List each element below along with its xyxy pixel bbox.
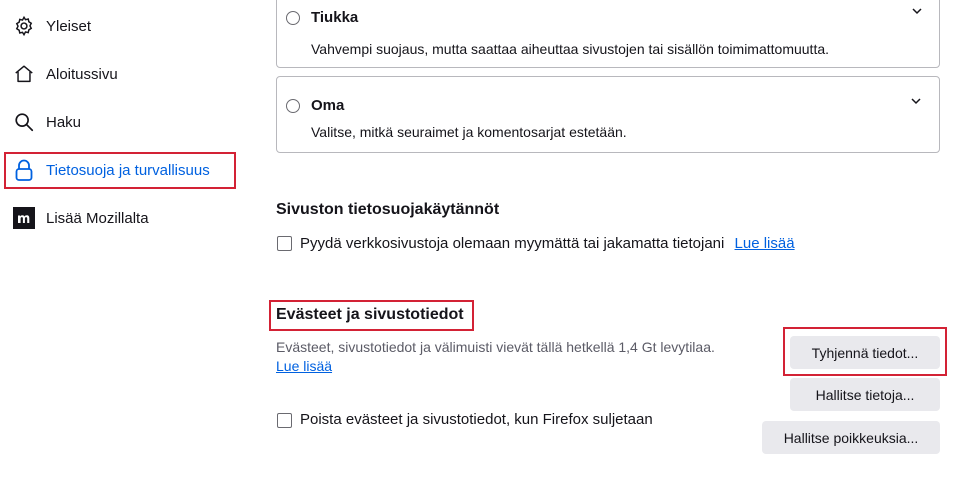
delete-on-close-label: Poista evästeet ja sivustotiedot, kun Fi… <box>300 411 653 428</box>
chevron-down-icon[interactable] <box>908 93 924 109</box>
sidebar-item-label: Haku <box>46 113 82 131</box>
home-icon <box>12 62 36 86</box>
gear-icon <box>12 14 36 38</box>
sidebar-item-general[interactable]: Yleiset <box>12 9 91 43</box>
learn-more-link[interactable]: Lue lisää <box>735 235 795 252</box>
mozilla-icon <box>12 206 36 230</box>
search-icon <box>12 110 36 134</box>
do-not-sell-text: Pyydä verkkosivustoja olemaan myymättä t… <box>300 235 725 252</box>
highlight-frame <box>4 152 236 189</box>
sidebar-item-home[interactable]: Aloitussivu <box>12 57 118 91</box>
sidebar-item-label: Aloitussivu <box>46 65 118 83</box>
sidebar-item-label: Lisää Mozillalta <box>46 209 149 227</box>
strict-radio[interactable] <box>286 11 300 25</box>
tracking-option-strict[interactable]: Tiukka Vahvempi suojaus, mutta saattaa a… <box>276 0 940 68</box>
cookies-learn-more-link[interactable]: Lue lisää <box>276 358 332 374</box>
sidebar-item-label: Yleiset <box>46 17 92 35</box>
strict-title: Tiukka <box>311 9 359 26</box>
custom-radio[interactable] <box>286 99 300 113</box>
site-privacy-heading: Sivuston tietosuojakäytännöt <box>276 201 500 218</box>
sidebar-item-more-from-mozilla[interactable]: Lisää Mozillalta <box>12 201 149 235</box>
do-not-sell-label: Pyydä verkkosivustoja olemaan myymättä t… <box>300 235 795 252</box>
delete-on-close-checkbox[interactable] <box>277 413 292 428</box>
cookies-description: Evästeet, sivustotiedot ja välimuisti vi… <box>276 339 715 355</box>
custom-description: Valitse, mitkä seuraimet ja komentosarja… <box>311 124 627 140</box>
do-not-sell-checkbox[interactable] <box>277 236 292 251</box>
strict-description: Vahvempi suojaus, mutta saattaa aiheutta… <box>311 41 830 57</box>
sidebar-item-search[interactable]: Haku <box>12 105 81 139</box>
clear-data-button[interactable]: Tyhjennä tiedot... <box>790 336 940 369</box>
sidebar: Yleiset Aloitussivu Haku Tietosuoja ja t… <box>0 0 250 480</box>
tracking-option-custom[interactable]: Oma Valitse, mitkä seuraimet ja komentos… <box>276 76 940 153</box>
manage-data-button[interactable]: Hallitse tietoja... <box>790 378 940 411</box>
cookies-heading: Evästeet ja sivustotiedot <box>276 306 464 323</box>
custom-title: Oma <box>311 97 345 114</box>
manage-exceptions-button[interactable]: Hallitse poikkeuksia... <box>762 421 940 454</box>
chevron-down-icon[interactable] <box>909 3 925 19</box>
